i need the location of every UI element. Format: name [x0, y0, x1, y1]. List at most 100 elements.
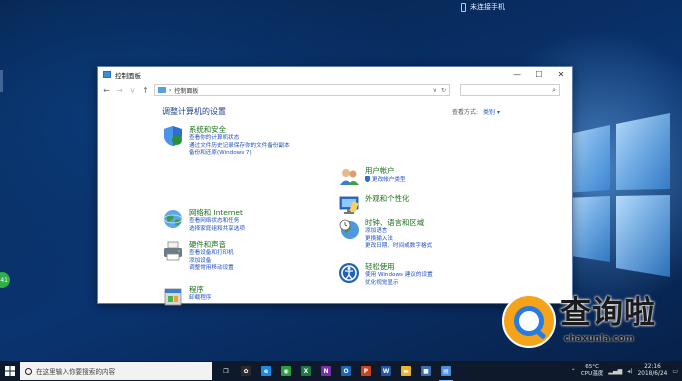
watermark-logo-icon — [502, 294, 556, 348]
maximize-button[interactable]: ☐ — [528, 67, 550, 82]
category-link[interactable]: 选择家庭组和共享选项 — [189, 226, 245, 234]
view-by-label: 查看方式: — [452, 109, 479, 116]
category-link[interactable]: 查看你的计算机状态 — [189, 135, 290, 143]
taskbar-apps: ❐ ✿ e ◉ X N O P W ▬ ■ ▤ — [216, 361, 456, 381]
desktop-edge-widget — [0, 70, 3, 92]
cpu-temperature[interactable]: 65°C CPU温度 — [581, 364, 604, 378]
category-system-security: 系统和安全 查看你的计算机状态 通过文件历史记录保存你的文件备份副本 备份和还原… — [162, 125, 290, 158]
view-by-dropdown[interactable]: 类别 ▾ — [483, 107, 500, 116]
taskbar-app[interactable]: ◉ — [276, 361, 296, 381]
category-network-internet: 网络和 Internet 查看网络状态和任务 选择家庭组和共享选项 — [162, 208, 245, 233]
back-button[interactable]: ← — [102, 86, 111, 95]
address-separator: › — [169, 86, 172, 94]
category-programs: 程序 卸载程序 — [162, 285, 211, 307]
taskbar-app[interactable]: ▬ — [396, 361, 416, 381]
taskbar-app[interactable]: P — [356, 361, 376, 381]
users-icon — [340, 169, 359, 185]
appearance-icon — [339, 196, 359, 214]
volume-icon[interactable]: ◂) — [627, 368, 632, 375]
category-title[interactable]: 系统和安全 — [189, 125, 290, 135]
category-title[interactable]: 时钟、语言和区域 — [365, 218, 432, 228]
category-link[interactable]: 通过文件历史记录保存你的文件备份副本 — [189, 143, 290, 151]
taskbar-app[interactable]: N — [316, 361, 336, 381]
network-globe-icon — [163, 210, 183, 228]
category-title[interactable]: 外观和个性化 — [365, 194, 409, 204]
category-hardware-sound: 硬件和声音 查看设备和打印机 添加设备 调整常用移动设置 — [162, 240, 234, 273]
clock-globe-icon — [339, 219, 359, 239]
page-heading: 调整计算机的设置 — [162, 107, 226, 116]
category-clock-language-region: 时钟、语言和区域 添加语言 更换输入法 更改日期、时间或数字格式 — [338, 218, 432, 251]
taskbar-app[interactable]: W — [376, 361, 396, 381]
up-button[interactable]: ↑ — [141, 86, 150, 95]
taskbar-search-placeholder: 在这里输入你要搜索的内容 — [36, 368, 116, 376]
category-link[interactable]: 查看网络状态和任务 — [189, 218, 245, 226]
watermark-brand-en: chaxunla.com — [564, 334, 634, 344]
title-bar[interactable]: 控制面板 — ☐ ✕ — [98, 67, 572, 82]
tray-expand-icon[interactable]: ⌃ — [571, 368, 576, 375]
network-icon[interactable]: ▂▄▆ — [608, 368, 622, 375]
category-title[interactable]: 硬件和声音 — [189, 240, 234, 250]
taskbar-app[interactable]: ❐ — [216, 361, 236, 381]
cpu-temperature-label: CPU温度 — [580, 371, 604, 377]
refresh-button[interactable]: ↻ — [441, 87, 446, 94]
action-center-icon[interactable]: ▭ — [672, 368, 678, 375]
control-panel-small-icon — [158, 87, 166, 93]
word-icon: W — [381, 366, 391, 376]
taskbar-app[interactable]: ▤ — [436, 361, 456, 381]
address-text: 控制面板 — [174, 87, 199, 95]
powerpoint-icon: P — [361, 366, 371, 376]
category-title[interactable]: 网络和 Internet — [189, 208, 245, 218]
forward-button[interactable]: → — [115, 86, 124, 95]
category-title[interactable]: 程序 — [189, 285, 211, 295]
start-button[interactable] — [0, 361, 20, 381]
address-bar[interactable]: › 控制面板 ∨ ↻ — [154, 84, 450, 96]
category-link[interactable]: 调整常用移动设置 — [189, 265, 234, 273]
search-icon: ⌕ — [552, 85, 556, 94]
category-link[interactable]: 更换输入法 — [365, 236, 432, 244]
taskbar-app[interactable]: e — [256, 361, 276, 381]
phone-notification-text: 未连接手机 — [470, 3, 505, 11]
category-link[interactable]: 添加设备 — [189, 258, 234, 266]
category-link[interactable]: 卸载程序 — [189, 295, 211, 303]
category-link[interactable]: 查看设备和打印机 — [189, 250, 234, 258]
clock[interactable]: 22:16 2018/6/24 — [638, 364, 668, 378]
category-link[interactable]: 使用 Windows 建议的设置 — [365, 272, 433, 280]
uac-shield-icon — [365, 176, 370, 182]
system-tray: ⌃ 65°C CPU温度 ▂▄▆ ◂) 22:16 2018/6/24 ▭ — [571, 364, 682, 378]
taskbar: 在这里输入你要搜索的内容 ❐ ✿ e ◉ X N O P W ▬ ■ ▤ ⌃ 65°C CPU温度 ▂… — [0, 361, 682, 381]
category-link[interactable]: 更改帐户类型 — [365, 176, 406, 185]
side-floating-app[interactable]: 41 — [0, 272, 10, 288]
category-link[interactable]: 更改日期、时间或数字格式 — [365, 243, 432, 251]
category-link[interactable]: 添加语言 — [365, 228, 432, 236]
control-panel-icon: ▤ — [441, 366, 451, 376]
address-dropdown-button[interactable]: ∨ — [433, 87, 437, 94]
taskbar-search-box[interactable]: 在这里输入你要搜索的内容 — [20, 362, 212, 380]
category-link[interactable]: 备份和还原(Windows 7) — [189, 150, 290, 158]
phone-notification[interactable]: 未连接手机 — [455, 0, 511, 14]
category-appearance: 外观和个性化 — [338, 194, 409, 216]
taskbar-app[interactable]: ✿ — [236, 361, 256, 381]
taskbar-app[interactable]: O — [336, 361, 356, 381]
category-link[interactable]: 优化视觉显示 — [365, 280, 433, 288]
onenote-icon: N — [321, 366, 331, 376]
recent-locations-button[interactable]: ∨ — [128, 86, 137, 95]
taskbar-app[interactable]: X — [296, 361, 316, 381]
task-view-icon: ❐ — [221, 366, 231, 376]
close-button[interactable]: ✕ — [550, 67, 572, 82]
category-title[interactable]: 轻松使用 — [365, 262, 433, 272]
ease-of-access-icon — [339, 263, 359, 283]
category-ease-of-access: 轻松使用 使用 Windows 建议的设置 优化视觉显示 — [338, 262, 433, 287]
category-user-accounts: 用户帐户 更改帐户类型 — [338, 166, 406, 188]
address-row: ← → ∨ ↑ › 控制面板 ∨ ↻ ⌕ — [98, 82, 572, 98]
programs-icon — [164, 288, 182, 306]
category-title[interactable]: 用户帐户 — [365, 166, 406, 176]
minimize-button[interactable]: — — [506, 67, 528, 82]
outlook-icon: O — [341, 366, 351, 376]
phone-icon — [461, 2, 466, 12]
search-input[interactable]: ⌕ — [460, 84, 560, 96]
baidu-icon: ✿ — [241, 366, 251, 376]
cpu-temperature-value: 65°C — [585, 364, 600, 370]
taskbar-app[interactable]: ■ — [416, 361, 436, 381]
clock-time: 22:16 — [644, 364, 661, 370]
control-panel-window: 控制面板 — ☐ ✕ ← → ∨ ↑ › 控制面板 ∨ ↻ ⌕ 调整计算机的设置… — [97, 66, 573, 307]
